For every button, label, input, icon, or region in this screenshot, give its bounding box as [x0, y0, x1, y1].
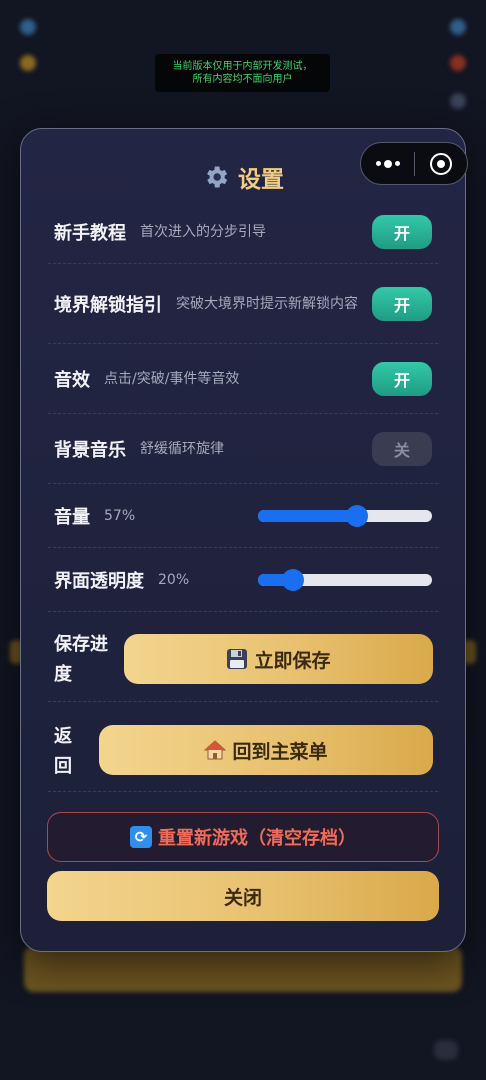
setting-desc: 舒缓循环旋律	[140, 440, 224, 457]
dev-notice-line1: 当前版本仅用于内部开发测试，	[172, 61, 313, 72]
opacity-value: 20%	[158, 571, 190, 588]
setting-row-tutorial: 新手教程 首次进入的分步引导 开	[48, 200, 438, 264]
setting-desc: 突破大境界时提示新解锁内容	[176, 295, 358, 312]
bgm-toggle[interactable]: 关	[372, 431, 432, 466]
main-menu-label: 回到主菜单	[232, 740, 328, 763]
gear-icon	[207, 166, 228, 188]
bg-tab-bar	[0, 1020, 486, 1080]
setting-label: 界面透明度	[54, 570, 144, 592]
volume-slider[interactable]	[258, 504, 432, 527]
slider-thumb[interactable]	[281, 568, 304, 591]
setting-row-ui-opacity: 界面透明度 20%	[48, 548, 438, 612]
opacity-slider[interactable]	[258, 568, 432, 591]
setting-label: 音效	[54, 369, 90, 391]
setting-label: 音量	[54, 506, 90, 528]
setting-row-bgm: 背景音乐 舒缓循环旋律 关	[48, 414, 438, 484]
setting-desc: 点击/突破/事件等音效	[104, 370, 240, 387]
volume-value: 57%	[104, 507, 136, 524]
save-now-label: 立即保存	[254, 649, 331, 672]
sfx-toggle[interactable]: 开	[372, 361, 432, 396]
dialog-title-text: 设置	[238, 167, 284, 193]
house-icon	[204, 740, 227, 760]
miniprogram-capsule	[360, 142, 468, 185]
dev-notice-line2: 所有内容均不面向用户	[192, 74, 293, 85]
target-circle-icon	[429, 152, 452, 175]
slider-fill	[258, 509, 358, 522]
setting-row-realm-guide: 境界解锁指引 突破大境界时提示新解锁内容 开	[48, 264, 438, 344]
close-button[interactable]: 关闭	[47, 871, 439, 921]
realm-guide-toggle[interactable]: 开	[372, 286, 432, 321]
setting-desc: 首次进入的分步引导	[140, 223, 266, 240]
setting-label: 背景音乐	[54, 439, 126, 461]
dev-notice: 当前版本仅用于内部开发测试， 所有内容均不面向用户	[155, 54, 330, 92]
floppy-disk-icon	[227, 649, 248, 669]
slider-thumb[interactable]	[346, 504, 369, 527]
bg-action-bar	[24, 946, 462, 992]
setting-row-volume: 音量 57%	[48, 484, 438, 548]
exit-miniprogram-button[interactable]	[415, 152, 467, 175]
main-menu-button[interactable]: 回到主菜单	[99, 725, 433, 775]
save-now-button[interactable]: 立即保存	[124, 634, 433, 684]
setting-label: 境界解锁指引	[54, 294, 162, 316]
more-menu-button[interactable]	[361, 159, 414, 168]
setting-row-sfx: 音效 点击/突破/事件等音效 开	[48, 344, 438, 414]
setting-label: 新手教程	[54, 222, 126, 244]
tutorial-toggle[interactable]: 开	[372, 214, 432, 249]
refresh-icon: ⟳	[130, 826, 152, 848]
more-dots-icon	[375, 161, 381, 166]
reset-game-label: 重置新游戏（清空存档）	[158, 828, 356, 849]
bg-header-row	[20, 14, 466, 40]
save-label: 保存进度	[54, 634, 108, 685]
back-label: 返回	[54, 726, 72, 777]
reset-game-button[interactable]: ⟳ 重置新游戏（清空存档）	[47, 812, 439, 862]
